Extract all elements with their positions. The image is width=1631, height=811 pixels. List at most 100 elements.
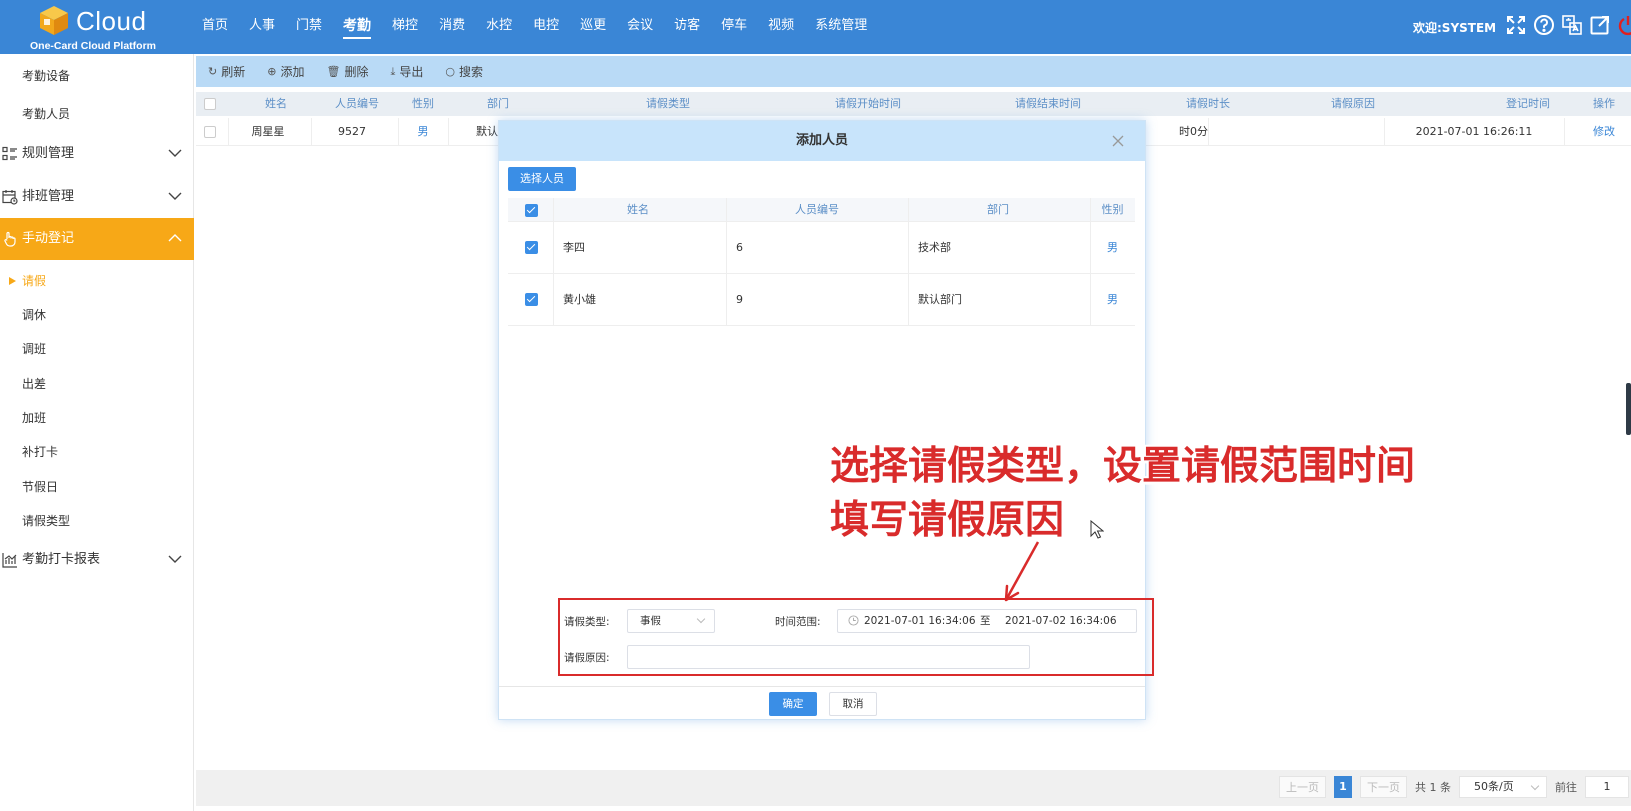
nav-item-3[interactable]: 考勤 <box>336 0 378 54</box>
sidebar-sub-shift-swap[interactable]: 调班 <box>0 332 194 366</box>
nav-item-2[interactable]: 门禁 <box>289 0 329 54</box>
sidebar-sub-business-trip[interactable]: 出差 <box>0 367 194 401</box>
select-all-checkbox[interactable] <box>204 98 216 110</box>
sidebar-group-manual-register[interactable]: 手动登记 <box>0 218 194 260</box>
cell-name: 周星星 <box>251 125 285 138</box>
cell-id: 9527 <box>338 125 366 138</box>
row-checkbox[interactable] <box>525 293 538 306</box>
column-header[interactable]: 请假原因 <box>1268 92 1438 116</box>
power-icon[interactable] <box>1617 14 1631 36</box>
sidebar-sub-label: 出差 <box>22 377 47 391</box>
logo-subtitle: One-Card Cloud Platform <box>30 40 157 52</box>
page-size-select[interactable]: 50条/页 <box>1459 776 1547 798</box>
cell-dept: 默认部门 <box>918 293 962 306</box>
welcome-text: 欢迎:SYSTEM <box>1413 21 1497 35</box>
sidebar-sub-leave[interactable]: 请假 <box>0 264 194 298</box>
logo[interactable]: Cloud One-Card Cloud Platform <box>30 2 160 52</box>
annotation-line-1: 选择请假类型，设置请假范围时间 <box>830 444 1416 489</box>
sidebar-sub-leave-types[interactable]: 请假类型 <box>0 504 194 538</box>
delete-button[interactable]: 🗑 删除 <box>326 63 368 80</box>
search-button[interactable]: ○ 搜索 <box>445 63 483 80</box>
confirm-button[interactable]: 确定 <box>769 692 817 716</box>
nav-item-12[interactable]: 视频 <box>761 0 801 54</box>
nav-item-11[interactable]: 停车 <box>714 0 754 54</box>
scrollbar-thumb[interactable] <box>1626 383 1631 435</box>
nav-item-1[interactable]: 人事 <box>242 0 282 54</box>
sidebar-group-rules[interactable]: 规则管理 <box>0 133 194 175</box>
column-header[interactable]: 操作 <box>1574 92 1631 116</box>
nav-item-9[interactable]: 会议 <box>620 0 660 54</box>
nav-item-5[interactable]: 消费 <box>432 0 472 54</box>
search-label: 搜索 <box>458 65 483 79</box>
external-link-icon[interactable] <box>1589 14 1611 36</box>
row-checkbox[interactable] <box>204 126 216 138</box>
table-header: 姓名 人员编号 性别 部门 请假类型 请假开始时间 请假结束时间 请假时长 请假… <box>196 92 1631 116</box>
nav-item-10[interactable]: 访客 <box>667 0 707 54</box>
person-table-header: 姓名 人员编号 部门 性别 <box>508 198 1135 222</box>
nav-item-4[interactable]: 梯控 <box>385 0 425 54</box>
column-header[interactable]: 性别 <box>398 92 448 116</box>
sidebar-sub-holidays[interactable]: 节假日 <box>0 470 194 504</box>
dialog-title: 添加人员 <box>499 121 1145 161</box>
cube-logo-icon <box>40 6 68 35</box>
column-header[interactable]: 姓名 <box>236 92 316 116</box>
active-indicator-icon <box>9 277 16 285</box>
chevron-down-icon <box>168 149 182 157</box>
sidebar-item-attendance-device[interactable]: 考勤设备 <box>0 56 194 96</box>
logo-word: Cloud <box>76 6 147 36</box>
column-header[interactable]: 请假时长 <box>1148 92 1268 116</box>
fullscreen-icon[interactable] <box>1505 14 1527 36</box>
table-row[interactable]: 黄小雄 9 默认部门 男 <box>508 274 1135 326</box>
annotation-highlight-box <box>558 598 1154 676</box>
sidebar-group-reports[interactable]: 考勤打卡报表 <box>0 539 194 581</box>
edit-link[interactable]: 修改 <box>1574 118 1631 146</box>
sidebar-sub-label: 加班 <box>22 411 47 425</box>
sidebar-group-label: 排班管理 <box>22 189 75 204</box>
nav-item-6[interactable]: 水控 <box>479 0 519 54</box>
mouse-cursor-icon <box>1090 520 1104 539</box>
column-header[interactable]: 请假开始时间 <box>788 92 948 116</box>
sidebar-item-attendance-staff[interactable]: 考勤人员 <box>0 94 194 134</box>
prev-page-button[interactable]: 上一页 <box>1279 776 1326 798</box>
nav-item-0[interactable]: 首页 <box>195 0 235 54</box>
current-page[interactable]: 1 <box>1334 776 1352 798</box>
cancel-button[interactable]: 取消 <box>829 692 877 716</box>
export-button[interactable]: ⤓ 导出 <box>390 63 423 80</box>
sidebar-sub-punch-makeup[interactable]: 补打卡 <box>0 435 194 469</box>
column-header[interactable]: 性别 <box>1090 198 1135 222</box>
column-header[interactable]: 人员编号 <box>726 198 908 222</box>
sidebar-sub-label: 请假 <box>22 274 47 288</box>
nav-item-8[interactable]: 巡更 <box>573 0 613 54</box>
row-checkbox[interactable] <box>525 241 538 254</box>
select-person-button[interactable]: 选择人员 <box>508 167 576 191</box>
sidebar-sub-label: 调班 <box>22 342 47 356</box>
cell-divider <box>726 274 727 326</box>
translate-icon[interactable] <box>1561 14 1583 36</box>
sidebar-sub-time-off[interactable]: 调休 <box>0 298 194 332</box>
chart-icon <box>2 553 17 568</box>
column-header[interactable]: 部门 <box>448 92 548 116</box>
add-button[interactable]: ⊕ 添加 <box>267 63 304 80</box>
column-header[interactable]: 人员编号 <box>316 92 398 116</box>
column-header[interactable]: 请假结束时间 <box>948 92 1148 116</box>
delete-label: 删除 <box>344 65 369 79</box>
help-icon[interactable] <box>1533 14 1555 36</box>
sidebar-sub-overtime[interactable]: 加班 <box>0 401 194 435</box>
nav-item-13[interactable]: 系统管理 <box>808 0 874 54</box>
cell-gender: 男 <box>1107 293 1118 306</box>
select-all-checkbox[interactable] <box>525 204 538 217</box>
close-icon[interactable] <box>1111 134 1125 148</box>
nav-item-7[interactable]: 电控 <box>526 0 566 54</box>
goto-page-input[interactable]: 1 <box>1585 776 1629 798</box>
cell-gender: 男 <box>417 125 429 138</box>
column-header[interactable]: 姓名 <box>553 198 723 222</box>
cell-name: 李四 <box>563 241 585 254</box>
next-page-button[interactable]: 下一页 <box>1360 776 1407 798</box>
table-row[interactable]: 李四 6 技术部 男 <box>508 222 1135 274</box>
sidebar-group-label: 考勤打卡报表 <box>22 552 101 567</box>
column-header[interactable]: 请假类型 <box>548 92 788 116</box>
refresh-button[interactable]: ↻ 刷新 <box>208 63 245 80</box>
column-header[interactable]: 部门 <box>908 198 1088 222</box>
sidebar-group-schedule[interactable]: 排班管理 <box>0 176 194 218</box>
cell-divider <box>1564 118 1565 146</box>
